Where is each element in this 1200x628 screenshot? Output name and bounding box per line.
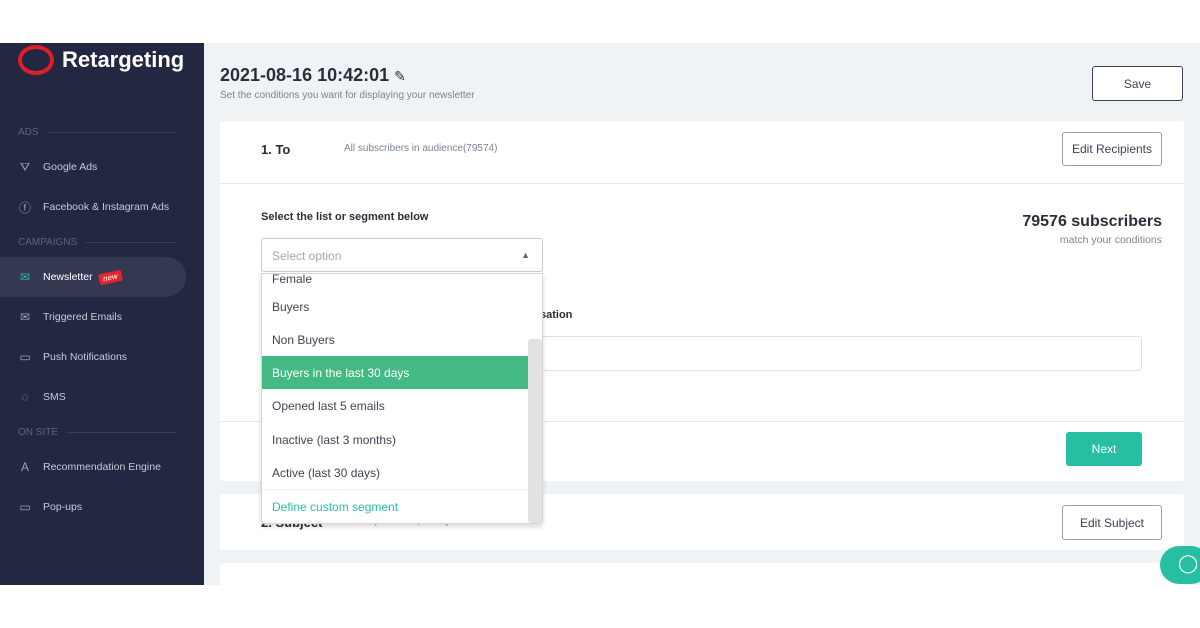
- sidebar-item-google-ads[interactable]: ⛛ Google Ads: [0, 147, 186, 187]
- define-custom-segment-link[interactable]: Define custom segment: [262, 490, 529, 523]
- text-input[interactable]: [520, 336, 1142, 371]
- sidebar-item-facebook[interactable]: ⓕ Facebook & Instagram Ads: [0, 187, 186, 227]
- save-button[interactable]: Save: [1092, 66, 1183, 101]
- ai-icon: A: [20, 460, 29, 474]
- section-ads: ADS: [18, 127, 176, 138]
- dropdown-scrollbar[interactable]: [528, 339, 542, 523]
- main: 2021-08-16 10:42:01 ✎ Set the conditions…: [204, 43, 1200, 593]
- option-inactive[interactable]: Inactive (last 3 months): [262, 423, 529, 456]
- sidebar-item-sms[interactable]: ◌ SMS: [0, 377, 186, 417]
- label: Triggered Emails: [43, 311, 122, 323]
- option-buyers[interactable]: Buyers: [262, 290, 529, 323]
- segment-select[interactable]: Select option ▲: [261, 238, 543, 272]
- edit-pencil-icon[interactable]: ✎: [394, 68, 406, 84]
- newsletter-icon: ✉: [19, 270, 31, 284]
- sidebar-item-triggered-emails[interactable]: ✉ Triggered Emails: [0, 297, 186, 337]
- subscriber-count: 79576 subscribers: [1022, 213, 1162, 230]
- option-active[interactable]: Active (last 30 days): [262, 456, 529, 489]
- select-placeholder: Select option: [272, 249, 342, 263]
- sidebar-item-newsletter[interactable]: ✉ Newsletter new: [0, 257, 186, 297]
- window-icon: ▭: [19, 500, 31, 514]
- hidden-field-label: sation: [540, 309, 573, 321]
- label: SMS: [43, 391, 66, 403]
- title-text: 2021-08-16 10:42:01: [220, 65, 390, 85]
- option-opened-last-5[interactable]: Opened last 5 emails: [262, 389, 529, 422]
- logo-icon: [18, 45, 54, 75]
- label: Pop-ups: [43, 501, 83, 513]
- envelope-icon: ✉: [19, 310, 31, 324]
- section-on-site: ON SITE: [18, 427, 176, 438]
- logo[interactable]: Retargeting: [18, 45, 184, 75]
- section-campaigns: CAMPAIGNS: [18, 237, 176, 248]
- chat-icon: ▭: [19, 350, 31, 364]
- sms-icon: ◌: [21, 390, 29, 404]
- brand-name: Retargeting: [62, 47, 185, 72]
- to-label: 1. To: [261, 142, 291, 157]
- label: Facebook & Instagram Ads: [43, 201, 170, 213]
- caret-up-icon: ▲: [521, 250, 530, 260]
- sidebar-item-push[interactable]: ▭ Push Notifications: [0, 337, 186, 377]
- edit-subject-button[interactable]: Edit Subject: [1062, 505, 1162, 540]
- divider: [220, 183, 1184, 184]
- label: Newsletter: [43, 271, 93, 283]
- new-badge: new: [97, 269, 123, 285]
- facebook-icon: ⓕ: [18, 200, 31, 215]
- option-buyers-last-30[interactable]: Buyers in the last 30 days: [262, 356, 529, 389]
- label: Recommendation Engine: [43, 461, 161, 473]
- segment-dropdown: Female Buyers Non Buyers Buyers in the l…: [261, 273, 543, 524]
- label: Push Notifications: [43, 351, 128, 363]
- page-subtitle: Set the conditions you want for displayi…: [220, 90, 475, 101]
- chat-bubble-icon: ◯: [1178, 553, 1199, 573]
- chat-widget-button[interactable]: ◯: [1160, 546, 1200, 584]
- label: Google Ads: [43, 161, 98, 173]
- sidebar-item-recommendation[interactable]: A Recommendation Engine: [0, 447, 186, 487]
- to-summary: All subscribers in audience(79574): [344, 143, 498, 154]
- sidebar-item-popups[interactable]: ▭ Pop-ups: [0, 487, 186, 527]
- edit-recipients-button[interactable]: Edit Recipients: [1062, 132, 1162, 166]
- select-label: Select the list or segment below: [261, 211, 429, 223]
- option-non-buyers[interactable]: Non Buyers: [262, 323, 529, 356]
- sidebar: Retargeting ADS ⛛ Google Ads ⓕ Facebook & …: [0, 43, 204, 585]
- next-button[interactable]: Next: [1066, 432, 1142, 466]
- subscriber-count-caption: match your conditions: [1059, 234, 1162, 246]
- next-card: [220, 563, 1184, 593]
- page-title: 2021-08-16 10:42:01 ✎: [220, 65, 406, 86]
- google-ads-icon: ⛛: [19, 159, 31, 174]
